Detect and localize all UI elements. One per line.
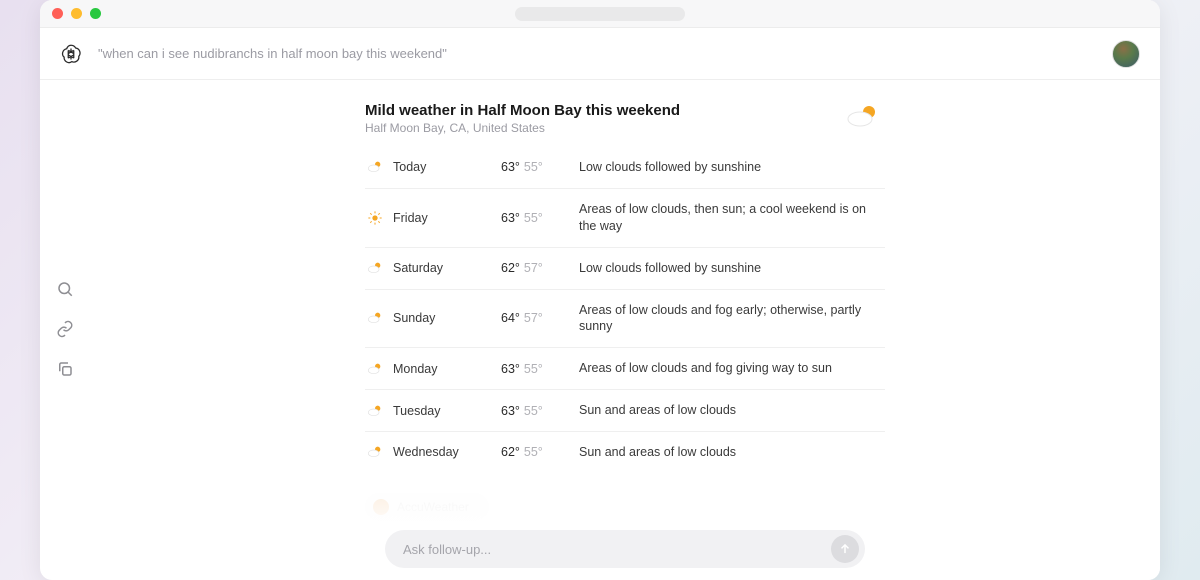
forecast-high: 63°	[501, 211, 520, 225]
forecast-temps: 63° 55°	[501, 160, 571, 174]
forecast-description: Sun and areas of low clouds	[579, 444, 885, 461]
weather-location: Half Moon Bay, CA, United States	[365, 121, 885, 135]
maximize-window-button[interactable]	[90, 8, 101, 19]
app-window: "when can i see nudibranchs in half moon…	[40, 0, 1160, 580]
titlebar	[40, 0, 1160, 28]
forecast-low: 57°	[524, 261, 543, 275]
forecast-row: Saturday 62° 57° Low clouds followed by sun…	[365, 248, 885, 290]
forecast-temps: 62° 55°	[501, 445, 571, 459]
avatar[interactable]	[1112, 40, 1140, 68]
copy-icon[interactable]	[56, 360, 74, 378]
forecast-row: Wednesday 62° 55° Sun and areas of low clou…	[365, 432, 885, 473]
forecast-row: Sunday 64° 57° Areas of low clouds and fog …	[365, 290, 885, 349]
forecast-description: Sun and areas of low clouds	[579, 402, 885, 419]
forecast-description: Low clouds followed by sunshine	[579, 260, 885, 277]
link-icon[interactable]	[56, 320, 74, 338]
sunny-icon	[365, 210, 385, 226]
forecast-high: 63°	[501, 404, 520, 418]
partly-cloudy-icon	[365, 159, 385, 175]
forecast-list: Today 63° 55° Low clouds followed by sunshi…	[365, 147, 885, 473]
send-button[interactable]	[831, 535, 859, 563]
composer[interactable]	[385, 530, 865, 568]
forecast-row: Today 63° 55° Low clouds followed by sunshi…	[365, 147, 885, 189]
partly-cloudy-icon	[365, 444, 385, 460]
forecast-high: 63°	[501, 362, 520, 376]
forecast-day: Today	[393, 160, 493, 174]
forecast-low: 55°	[524, 211, 543, 225]
forecast-low: 55°	[524, 445, 543, 459]
minimize-window-button[interactable]	[71, 8, 82, 19]
forecast-high: 62°	[501, 445, 520, 459]
window-controls	[52, 8, 101, 19]
forecast-temps: 62° 57°	[501, 261, 571, 275]
partly-cloudy-icon	[365, 310, 385, 326]
forecast-low: 57°	[524, 311, 543, 325]
forecast-temps: 63° 55°	[501, 404, 571, 418]
header: "when can i see nudibranchs in half moon…	[40, 28, 1160, 80]
forecast-high: 64°	[501, 311, 520, 325]
forecast-row: Friday 63° 55° Areas of low clouds, then su…	[365, 189, 885, 248]
forecast-day: Friday	[393, 211, 493, 225]
address-pill	[515, 7, 685, 21]
forecast-description: Areas of low clouds and fog early; other…	[579, 302, 885, 336]
forecast-day: Saturday	[393, 261, 493, 275]
forecast-description: Low clouds followed by sunshine	[579, 159, 885, 176]
weather-card-header: Mild weather in Half Moon Bay this weeke…	[365, 102, 885, 135]
weather-title: Mild weather in Half Moon Bay this weeke…	[365, 102, 885, 119]
forecast-high: 63°	[501, 160, 520, 174]
accuweather-icon	[373, 499, 389, 515]
close-window-button[interactable]	[52, 8, 63, 19]
followup-input[interactable]	[403, 542, 831, 557]
forecast-temps: 64° 57°	[501, 311, 571, 325]
forecast-description: Areas of low clouds and fog giving way t…	[579, 360, 885, 377]
search-icon[interactable]	[56, 280, 74, 298]
forecast-row: Tuesday 63° 55° Sun and areas of low clouds	[365, 390, 885, 432]
forecast-high: 62°	[501, 261, 520, 275]
forecast-low: 55°	[524, 404, 543, 418]
source-chip[interactable]: AccuWeather	[365, 493, 489, 521]
forecast-day: Tuesday	[393, 404, 493, 418]
forecast-day: Monday	[393, 362, 493, 376]
partly-cloudy-icon	[365, 403, 385, 419]
forecast-day: Wednesday	[393, 445, 493, 459]
forecast-temps: 63° 55°	[501, 362, 571, 376]
app-logo-icon[interactable]	[60, 43, 82, 65]
forecast-temps: 63° 55°	[501, 211, 571, 225]
forecast-low: 55°	[524, 160, 543, 174]
source-name: AccuWeather	[397, 500, 469, 514]
main-content: Mild weather in Half Moon Bay this weeke…	[90, 80, 1160, 580]
partly-cloudy-icon	[845, 102, 881, 135]
forecast-low: 55°	[524, 362, 543, 376]
forecast-description: Areas of low clouds, then sun; a cool we…	[579, 201, 885, 235]
sidebar	[40, 80, 90, 580]
partly-cloudy-icon	[365, 260, 385, 276]
partly-cloudy-icon	[365, 361, 385, 377]
forecast-row: Monday 63° 55° Areas of low clouds and fog …	[365, 348, 885, 390]
query-display: "when can i see nudibranchs in half moon…	[98, 46, 1096, 61]
forecast-day: Sunday	[393, 311, 493, 325]
